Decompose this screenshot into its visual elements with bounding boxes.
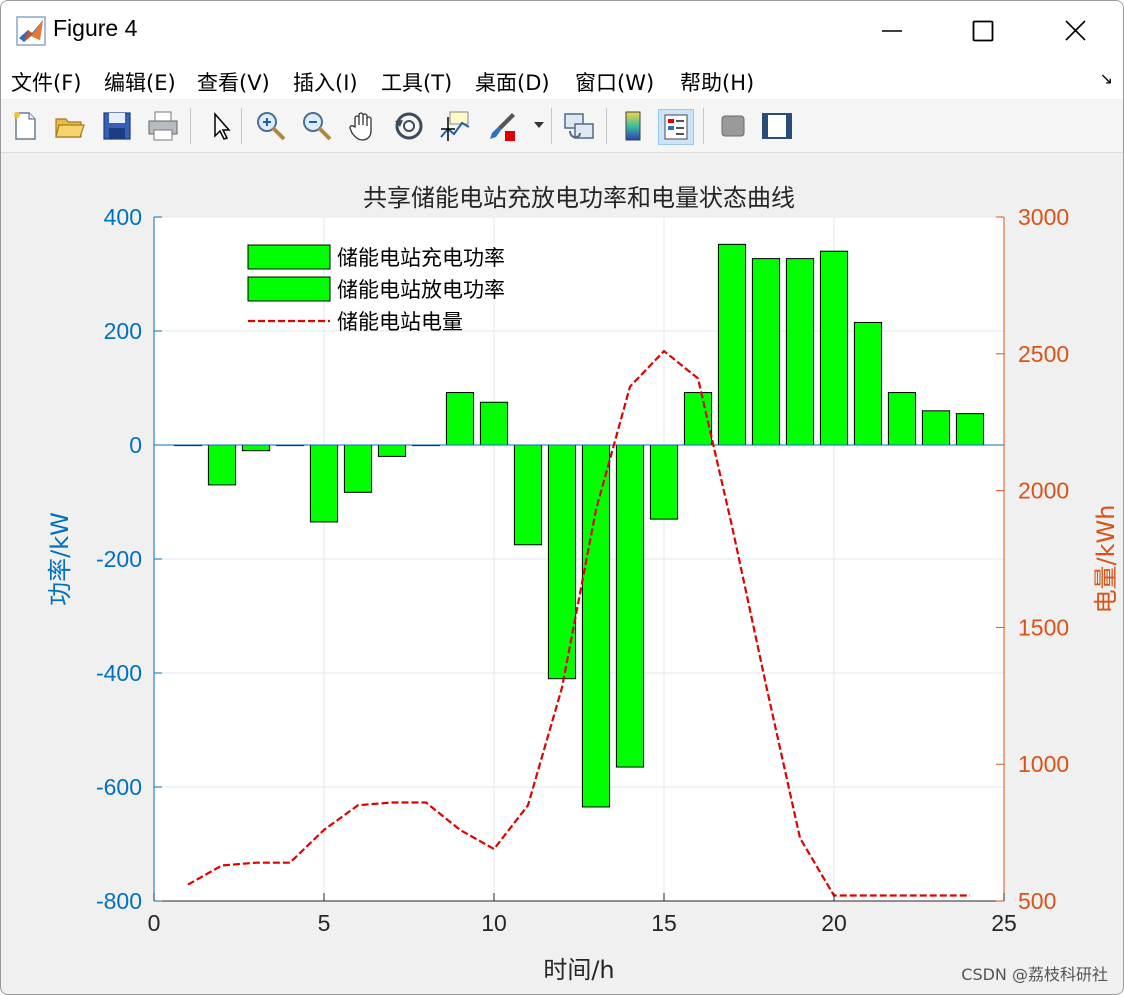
right-tick-label: 1000 <box>1018 751 1069 777</box>
select-arrow-icon[interactable] <box>204 109 238 143</box>
toolbar-separator <box>551 108 552 144</box>
menu-tools[interactable]: 工具(T) <box>381 67 452 97</box>
toolbar-separator <box>703 108 704 144</box>
left-tick-label: -800 <box>96 888 142 914</box>
legend-label: 储能电站放电功率 <box>337 278 505 302</box>
power-bar <box>819 250 849 446</box>
left-tick-label: -200 <box>96 546 142 572</box>
power-bar <box>513 444 543 546</box>
x-tick-label: 10 <box>481 910 507 936</box>
left-tick-label: 200 <box>104 318 142 344</box>
power-bar <box>921 410 951 446</box>
power-bar <box>207 444 237 486</box>
x-tick-label: 20 <box>821 910 847 936</box>
zoom-out-icon[interactable] <box>300 109 334 143</box>
left-tick-label: 0 <box>129 432 142 458</box>
power-bar <box>717 243 747 446</box>
legend-icon[interactable] <box>658 109 694 145</box>
x-tick-label: 25 <box>991 910 1017 936</box>
brush-dropdown-icon[interactable] <box>533 120 545 130</box>
power-bar <box>343 444 373 493</box>
menu-edit[interactable]: 编辑(E) <box>104 67 176 97</box>
x-tick-label: 5 <box>318 910 331 936</box>
right-tick-label: 500 <box>1018 888 1056 914</box>
power-bar <box>853 321 883 446</box>
figure-canvas: 0 5 10 15 20 25 400 200 0 -200 -400 -600 -800 3000 250… <box>2 153 1122 993</box>
right-tick-label: 3000 <box>1018 204 1069 230</box>
legend-label: 储能电站电量 <box>337 310 463 334</box>
menu-view[interactable]: 查看(V) <box>197 67 270 97</box>
power-bar <box>547 444 577 680</box>
power-bar <box>309 444 339 523</box>
legend-swatch-bar <box>247 276 331 302</box>
data-cursor-icon[interactable] <box>438 109 472 143</box>
left-axis-label: 功率/kW <box>46 512 74 606</box>
menu-insert[interactable]: 插入(I) <box>293 67 358 97</box>
window-title: Figure 4 <box>53 15 138 41</box>
menu-file[interactable]: 文件(F) <box>11 67 81 97</box>
power-bar <box>479 401 509 446</box>
legend-swatch-bar <box>247 244 331 270</box>
brush-icon[interactable] <box>485 109 519 143</box>
chart-title: 共享储能电站充放电功率和电量状态曲线 <box>363 184 795 212</box>
legend-label: 储能电站充电功率 <box>337 246 505 270</box>
toolbar-separator <box>241 108 242 144</box>
matlab-logo-icon <box>16 16 46 46</box>
dock-arrow-icon[interactable]: ↘ <box>1100 69 1113 88</box>
save-icon[interactable] <box>100 109 134 143</box>
title-bar: Figure 4 <box>1 1 1123 61</box>
menu-window[interactable]: 窗口(W) <box>575 67 654 97</box>
power-bar <box>377 444 407 457</box>
link-plot-icon[interactable] <box>562 109 596 143</box>
power-bar <box>241 444 271 452</box>
toolbar-separator <box>606 108 607 144</box>
power-bar <box>751 258 781 446</box>
left-tick-label: 400 <box>104 204 142 230</box>
menu-help[interactable]: 帮助(H) <box>680 67 754 97</box>
toolbar-separator <box>190 108 191 144</box>
power-bar <box>955 413 985 446</box>
minimize-button[interactable] <box>869 11 913 51</box>
menu-desktop[interactable]: 桌面(D) <box>475 67 550 97</box>
right-tick-label: 2000 <box>1018 478 1069 504</box>
maximize-button[interactable] <box>961 11 1005 51</box>
watermark: CSDN @荔枝科研社 <box>961 965 1108 984</box>
new-figure-icon[interactable] <box>8 109 42 143</box>
close-button[interactable] <box>1053 11 1097 51</box>
open-file-icon[interactable] <box>53 109 87 143</box>
zoom-in-icon[interactable] <box>254 109 288 143</box>
show-plot-tools-icon[interactable] <box>760 109 794 143</box>
right-axis-label: 电量/kWh <box>1092 505 1120 614</box>
hide-plot-tools-icon[interactable] <box>716 109 750 143</box>
chart[interactable]: 0 5 10 15 20 254002000-200-400-600-8003000250… <box>2 153 1122 993</box>
power-bar <box>445 392 475 446</box>
power-bar <box>887 392 917 446</box>
power-bar <box>615 444 645 768</box>
left-tick-label: -400 <box>96 660 142 686</box>
x-tick-label: 15 <box>651 910 677 936</box>
rotate-3d-icon[interactable] <box>392 109 426 143</box>
pan-hand-icon[interactable] <box>346 109 380 143</box>
power-bar <box>683 392 713 446</box>
power-bar <box>581 444 611 808</box>
menu-bar: 文件(F) 编辑(E) 查看(V) 插入(I) 工具(T) 桌面(D) 窗口(W… <box>1 61 1123 99</box>
colorbar-icon[interactable] <box>616 109 650 143</box>
toolbar <box>1 100 1123 153</box>
power-bar <box>649 444 679 520</box>
x-tick-label: 0 <box>148 910 161 936</box>
right-tick-label: 1500 <box>1018 614 1069 640</box>
x-axis-label: 时间/h <box>543 956 614 984</box>
left-tick-label: -600 <box>96 774 142 800</box>
figure-window: Figure 4 文件(F) 编辑(E) 查看(V) 插入(I) 工具(T) 桌… <box>0 0 1124 995</box>
right-tick-label: 2500 <box>1018 341 1069 367</box>
print-icon[interactable] <box>146 109 180 143</box>
power-bar <box>785 258 815 446</box>
